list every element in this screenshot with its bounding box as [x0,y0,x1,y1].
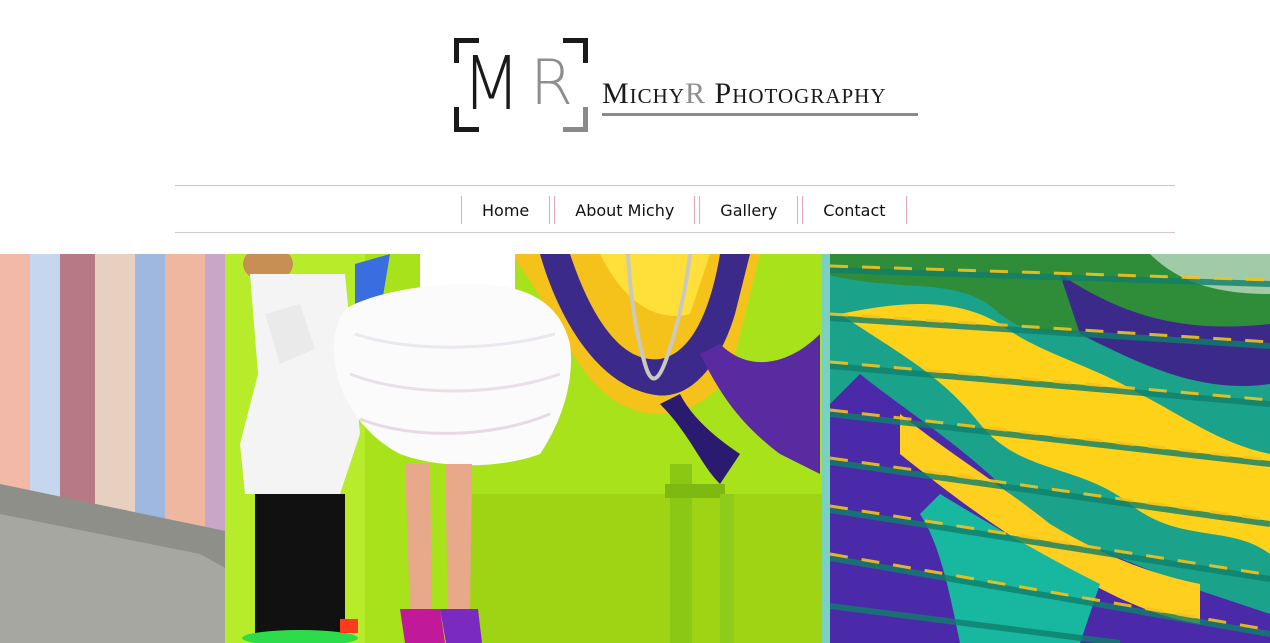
nav-list: Home About Michy Gallery Contact [459,196,909,224]
brand-name: MichyR Photography [602,76,920,112]
site-header: M R MichyR Photography [0,0,1270,185]
logo-letter-r: R [530,46,574,119]
main-navigation: Home About Michy Gallery Contact [175,185,1175,233]
mr-logo-mark: M R [452,36,592,134]
hero-image [0,254,1270,643]
brand-name-part1: Michy [602,77,686,110]
nav-item-about-michy[interactable]: About Michy [554,196,696,224]
nav-item-contact[interactable]: Contact [802,196,907,224]
hero-photo [0,254,1270,643]
site-logo[interactable]: M R MichyR Photography [452,36,922,136]
brand-name-part2: Photography [706,77,887,110]
logo-letter-m: M [462,41,521,127]
nav-item-gallery[interactable]: Gallery [699,196,799,224]
nav-item-home[interactable]: Home [461,196,551,224]
brand-name-accent: R [685,77,707,110]
brand-underline [602,113,918,116]
